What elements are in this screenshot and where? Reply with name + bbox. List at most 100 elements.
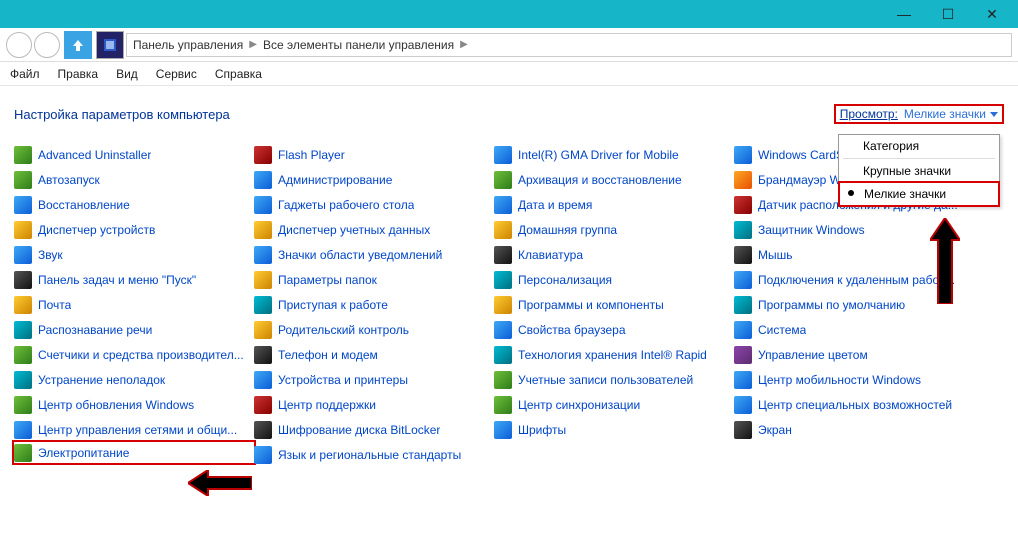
item-label: Технология хранения Intel® Rapid [518, 348, 707, 362]
control-panel-item[interactable]: Система [734, 317, 974, 342]
control-panel-item[interactable]: Почта [14, 292, 254, 317]
control-panel-item[interactable]: Управление цветом [734, 342, 974, 367]
item-label: Устранение неполадок [38, 373, 165, 387]
control-panel-item[interactable]: Диспетчер устройств [14, 217, 254, 242]
item-icon [494, 146, 512, 164]
item-icon [14, 246, 32, 264]
control-panel-item[interactable]: Дата и время [494, 192, 734, 217]
control-panel-item[interactable]: Устройства и принтеры [254, 367, 494, 392]
control-panel-item[interactable]: Администрирование [254, 167, 494, 192]
item-icon [734, 321, 752, 339]
nav-forward-button[interactable] [34, 32, 60, 58]
menu-file[interactable]: Файл [10, 67, 40, 81]
annotation-arrow-left [188, 470, 252, 496]
item-icon [734, 371, 752, 389]
item-icon [254, 271, 272, 289]
control-panel-item[interactable]: Программы и компоненты [494, 292, 734, 317]
control-panel-item[interactable]: Домашняя группа [494, 217, 734, 242]
item-label: Язык и региональные стандарты [278, 448, 461, 462]
control-panel-item[interactable]: Центр поддержки [254, 392, 494, 417]
dropdown-separator [843, 158, 995, 159]
chevron-right-icon: ▶ [460, 39, 468, 50]
control-panel-item[interactable]: Счетчики и средства производител... [14, 342, 254, 367]
maximize-button[interactable]: ☐ [926, 0, 970, 28]
breadcrumb[interactable]: Панель управления ▶ Все элементы панели … [126, 33, 1012, 57]
breadcrumb-segment[interactable]: Все элементы панели управления [263, 38, 454, 52]
control-panel-item[interactable]: Звук [14, 242, 254, 267]
control-panel-item[interactable]: Персонализация [494, 267, 734, 292]
item-icon [734, 246, 752, 264]
menu-edit[interactable]: Правка [58, 67, 99, 81]
item-icon [14, 296, 32, 314]
dropdown-item-small-icons[interactable]: Мелкие значки [838, 181, 1000, 207]
item-icon [14, 171, 32, 189]
menu-service[interactable]: Сервис [156, 67, 197, 81]
item-icon [734, 196, 752, 214]
items-column: Intel(R) GMA Driver for MobileАрхивация … [494, 142, 734, 467]
control-panel-item[interactable]: Центр мобильности Windows [734, 367, 974, 392]
item-label: Центр специальных возможностей [758, 398, 952, 412]
item-label: Гаджеты рабочего стола [278, 198, 414, 212]
control-panel-item[interactable]: Значки области уведомлений [254, 242, 494, 267]
control-panel-item[interactable]: Intel(R) GMA Driver for Mobile [494, 142, 734, 167]
control-panel-item[interactable]: Центр обновления Windows [14, 392, 254, 417]
control-panel-item[interactable]: Параметры папок [254, 267, 494, 292]
arrow-up-icon [70, 37, 86, 53]
item-icon [14, 396, 32, 414]
control-panel-item[interactable]: Advanced Uninstaller [14, 142, 254, 167]
item-icon [254, 196, 272, 214]
control-panel-item[interactable]: Архивация и восстановление [494, 167, 734, 192]
item-label: Клавиатура [518, 248, 583, 262]
dropdown-item-category[interactable]: Категория [839, 135, 999, 157]
control-panel-item[interactable]: Центр синхронизации [494, 392, 734, 417]
menu-help[interactable]: Справка [215, 67, 262, 81]
item-label: Электропитание [38, 446, 129, 460]
item-label: Родительский контроль [278, 323, 409, 337]
item-label: Подключения к удаленным рабоч... [758, 273, 955, 287]
item-label: Панель задач и меню "Пуск" [38, 273, 196, 287]
item-label: Почта [38, 298, 71, 312]
item-icon [254, 246, 272, 264]
control-panel-item[interactable]: Телефон и модем [254, 342, 494, 367]
items-column: Advanced UninstallerАвтозапускВосстановл… [14, 142, 254, 467]
control-panel-item[interactable]: Диспетчер учетных данных [254, 217, 494, 242]
item-label: Домашняя группа [518, 223, 617, 237]
dropdown-item-large-icons[interactable]: Крупные значки [839, 160, 999, 182]
control-panel-item[interactable]: Центр управления сетями и общи... [14, 417, 254, 442]
item-icon [734, 171, 752, 189]
nav-back-button[interactable] [6, 32, 32, 58]
control-panel-item[interactable]: Клавиатура [494, 242, 734, 267]
control-panel-item[interactable]: Шрифты [494, 417, 734, 442]
control-panel-item[interactable]: Устранение неполадок [14, 367, 254, 392]
control-panel-item[interactable]: Восстановление [14, 192, 254, 217]
control-panel-item[interactable]: Учетные записи пользователей [494, 367, 734, 392]
item-icon [14, 196, 32, 214]
item-label: Защитник Windows [758, 223, 865, 237]
control-panel-item[interactable]: Шифрование диска BitLocker [254, 417, 494, 442]
close-button[interactable]: ✕ [970, 0, 1014, 28]
view-mode-selector[interactable]: Просмотр: Мелкие значки [834, 104, 1004, 124]
control-panel-item[interactable]: Язык и региональные стандарты [254, 442, 494, 467]
control-panel-item[interactable]: Экран [734, 417, 974, 442]
control-panel-item[interactable]: Родительский контроль [254, 317, 494, 342]
menu-view[interactable]: Вид [116, 67, 138, 81]
control-panel-item[interactable]: Технология хранения Intel® Rapid [494, 342, 734, 367]
item-icon [254, 396, 272, 414]
control-panel-item[interactable]: Панель задач и меню "Пуск" [14, 267, 254, 292]
item-icon [254, 446, 272, 464]
item-label: Программы по умолчанию [758, 298, 905, 312]
nav-up-button[interactable] [64, 31, 92, 59]
control-panel-item[interactable]: Flash Player [254, 142, 494, 167]
control-panel-item[interactable]: Электропитание [12, 440, 256, 465]
item-label: Центр обновления Windows [38, 398, 194, 412]
item-icon [734, 146, 752, 164]
control-panel-item[interactable]: Гаджеты рабочего стола [254, 192, 494, 217]
control-panel-item[interactable]: Автозапуск [14, 167, 254, 192]
control-panel-item[interactable]: Распознавание речи [14, 317, 254, 342]
control-panel-item[interactable]: Свойства браузера [494, 317, 734, 342]
minimize-button[interactable]: — [882, 0, 926, 28]
control-panel-icon[interactable] [96, 31, 124, 59]
control-panel-item[interactable]: Приступая к работе [254, 292, 494, 317]
breadcrumb-segment[interactable]: Панель управления [133, 38, 243, 52]
control-panel-item[interactable]: Центр специальных возможностей [734, 392, 974, 417]
